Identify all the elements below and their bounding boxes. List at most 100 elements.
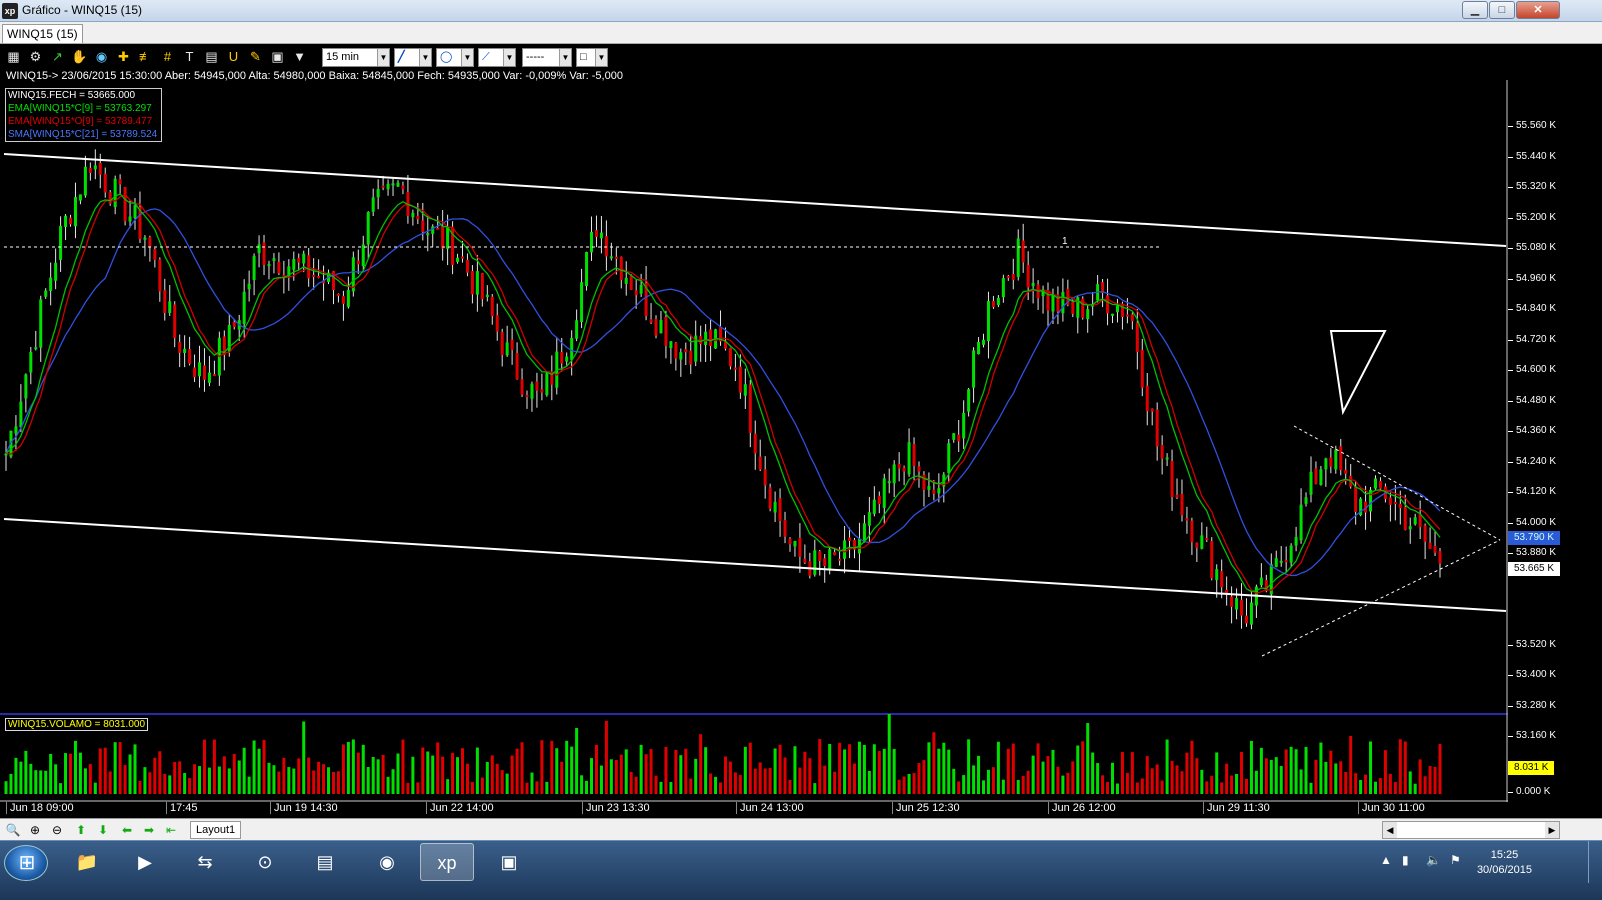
clipboard-icon[interactable]: ▣ (268, 48, 287, 66)
close-button[interactable]: ✕ (1516, 1, 1560, 19)
volume-bar (763, 768, 767, 794)
volume-bar (510, 755, 514, 794)
hline-icon[interactable]: ≢ (136, 48, 155, 66)
volume-icon[interactable]: 🔈 (1426, 853, 1441, 867)
candle-body (465, 259, 469, 273)
volume-bar (247, 776, 251, 794)
volume-bar (217, 766, 221, 794)
scroll-left-icon[interactable]: ◀ (1383, 822, 1397, 838)
system-clock[interactable]: 15:25 30/06/2015 (1477, 848, 1532, 878)
arrow-end-icon[interactable]: ⇤ (162, 822, 180, 838)
cursor-icon[interactable]: ↗ (48, 48, 67, 66)
volume-bar (1046, 756, 1050, 794)
volume-bar (287, 767, 291, 794)
start-button[interactable] (4, 845, 49, 881)
brush-icon[interactable]: ✎ (246, 48, 265, 66)
volume-bar (73, 740, 77, 794)
time-tick: Jun 24 13:00 (736, 802, 804, 814)
candle-body (1388, 497, 1392, 505)
candle-body (1031, 283, 1035, 287)
tray-expand-icon[interactable]: ▲ (1380, 853, 1392, 867)
calculator-icon[interactable]: ▤ (202, 48, 221, 66)
arrow-down-icon[interactable]: ⬇ (94, 822, 112, 838)
indicator-legend[interactable]: WINQ15.FECH = 53665.000 EMA[WINQ15*C[9] … (5, 88, 162, 142)
candle-body (495, 315, 499, 332)
chrome-icon[interactable]: ◉ (360, 843, 414, 881)
volume-bar (1106, 782, 1110, 794)
zoom-icon[interactable]: 🔍 (4, 822, 22, 838)
magnet-icon[interactable]: U (224, 48, 243, 66)
crosshair-icon[interactable]: ✚ (114, 48, 133, 66)
price-axis[interactable]: 55.560 K 55.440 K 55.320 K 55.200 K 55.080 K… (1507, 80, 1560, 800)
signal-icon[interactable]: ▮ (1402, 853, 1409, 867)
minimize-button[interactable]: ▁ (1462, 1, 1488, 19)
candle-body (758, 456, 762, 470)
shape-tool-select[interactable]: ◯ ▼ (436, 48, 474, 67)
candle-body (1393, 501, 1397, 504)
grid-icon[interactable]: # (158, 48, 177, 66)
line-style-select[interactable]: ----- ▼ (522, 48, 572, 67)
arrow-left-icon[interactable]: ⬅ (118, 822, 136, 838)
gear-icon[interactable]: ⚙ (26, 48, 45, 66)
tab-winq15[interactable]: WINQ15 (15) (2, 24, 83, 43)
zoom-region-icon[interactable]: ◉ (92, 48, 111, 66)
candle-body (932, 489, 936, 494)
volume-bar (302, 721, 306, 794)
zoom-out-icon[interactable]: ⊖ (48, 822, 66, 838)
maximize-button[interactable]: □ (1489, 1, 1515, 19)
candle-body (431, 226, 435, 234)
volume-bar (1418, 759, 1422, 794)
candle-body (1284, 560, 1288, 563)
filter-icon[interactable]: ▼ (290, 48, 309, 66)
media-player-icon[interactable]: ▶ (118, 843, 172, 881)
arrow-right-icon[interactable]: ➡ (140, 822, 158, 838)
arrow-up-icon[interactable]: ⬆ (72, 822, 90, 838)
candle-body (1115, 305, 1119, 313)
text-icon[interactable]: T (180, 48, 199, 66)
volume-bar (1373, 781, 1377, 794)
volume-bar (1215, 752, 1219, 794)
volume-bar (1349, 735, 1353, 794)
candle-body (59, 225, 63, 260)
volume-bar (322, 764, 326, 794)
volume-bar (1413, 783, 1417, 794)
volume-bar (1240, 752, 1244, 794)
candle-body (118, 179, 122, 185)
time-tick: Jun 19 14:30 (270, 802, 338, 814)
network-icon[interactable]: ⇆ (178, 843, 232, 881)
hand-icon[interactable]: ✋ (70, 48, 89, 66)
picture-icon[interactable]: ▣ (482, 843, 536, 881)
candle-body (937, 488, 941, 494)
folder-icon[interactable]: 📁 (60, 843, 114, 881)
chart-area[interactable]: 1 ▦ ⚙ ↗ ✋ ◉ ✚ ≢ # T ▤ U ✎ ▣ ▼ 15 min ▼ ╱… (0, 44, 1602, 840)
volume-bar (128, 754, 132, 794)
line-tool-select[interactable]: ╱ ▼ (394, 48, 432, 67)
time-axis[interactable]: Jun 18 09:00 17:45 Jun 19 14:30 Jun 22 14:0… (0, 802, 1508, 818)
volume-bar (69, 753, 73, 794)
candle-body (505, 342, 509, 356)
price-chart[interactable]: 1 (0, 44, 1602, 840)
candle-body (1244, 615, 1248, 624)
horizontal-scrollbar[interactable]: ◀ ▶ (1382, 821, 1560, 839)
candle-body (386, 183, 390, 190)
fan-tool-select[interactable]: ⟋ ▼ (478, 48, 516, 67)
layout-tab[interactable]: Layout1 (190, 821, 242, 839)
chart-icon[interactable]: ▦ (4, 48, 23, 66)
xp-app-icon[interactable]: xp (420, 843, 474, 881)
candle-body (1145, 385, 1149, 412)
color-select[interactable]: □ ▼ (576, 48, 608, 67)
scroll-right-icon[interactable]: ▶ (1545, 822, 1559, 838)
hp-icon[interactable]: ⊙ (238, 843, 292, 881)
candle-body (659, 320, 663, 334)
volume-bar (659, 781, 663, 794)
show-desktop-button[interactable] (1588, 841, 1602, 883)
flag-icon[interactable]: ⚑ (1450, 853, 1461, 867)
volume-bar (1230, 775, 1234, 794)
candle-body (1175, 494, 1179, 498)
volume-bar (723, 756, 727, 794)
candle-body (728, 348, 732, 367)
scanner-icon[interactable]: ▤ (298, 843, 352, 881)
zoom-in-icon[interactable]: ⊕ (26, 822, 44, 838)
candle-body (1428, 542, 1432, 549)
interval-select[interactable]: 15 min ▼ (322, 48, 390, 67)
